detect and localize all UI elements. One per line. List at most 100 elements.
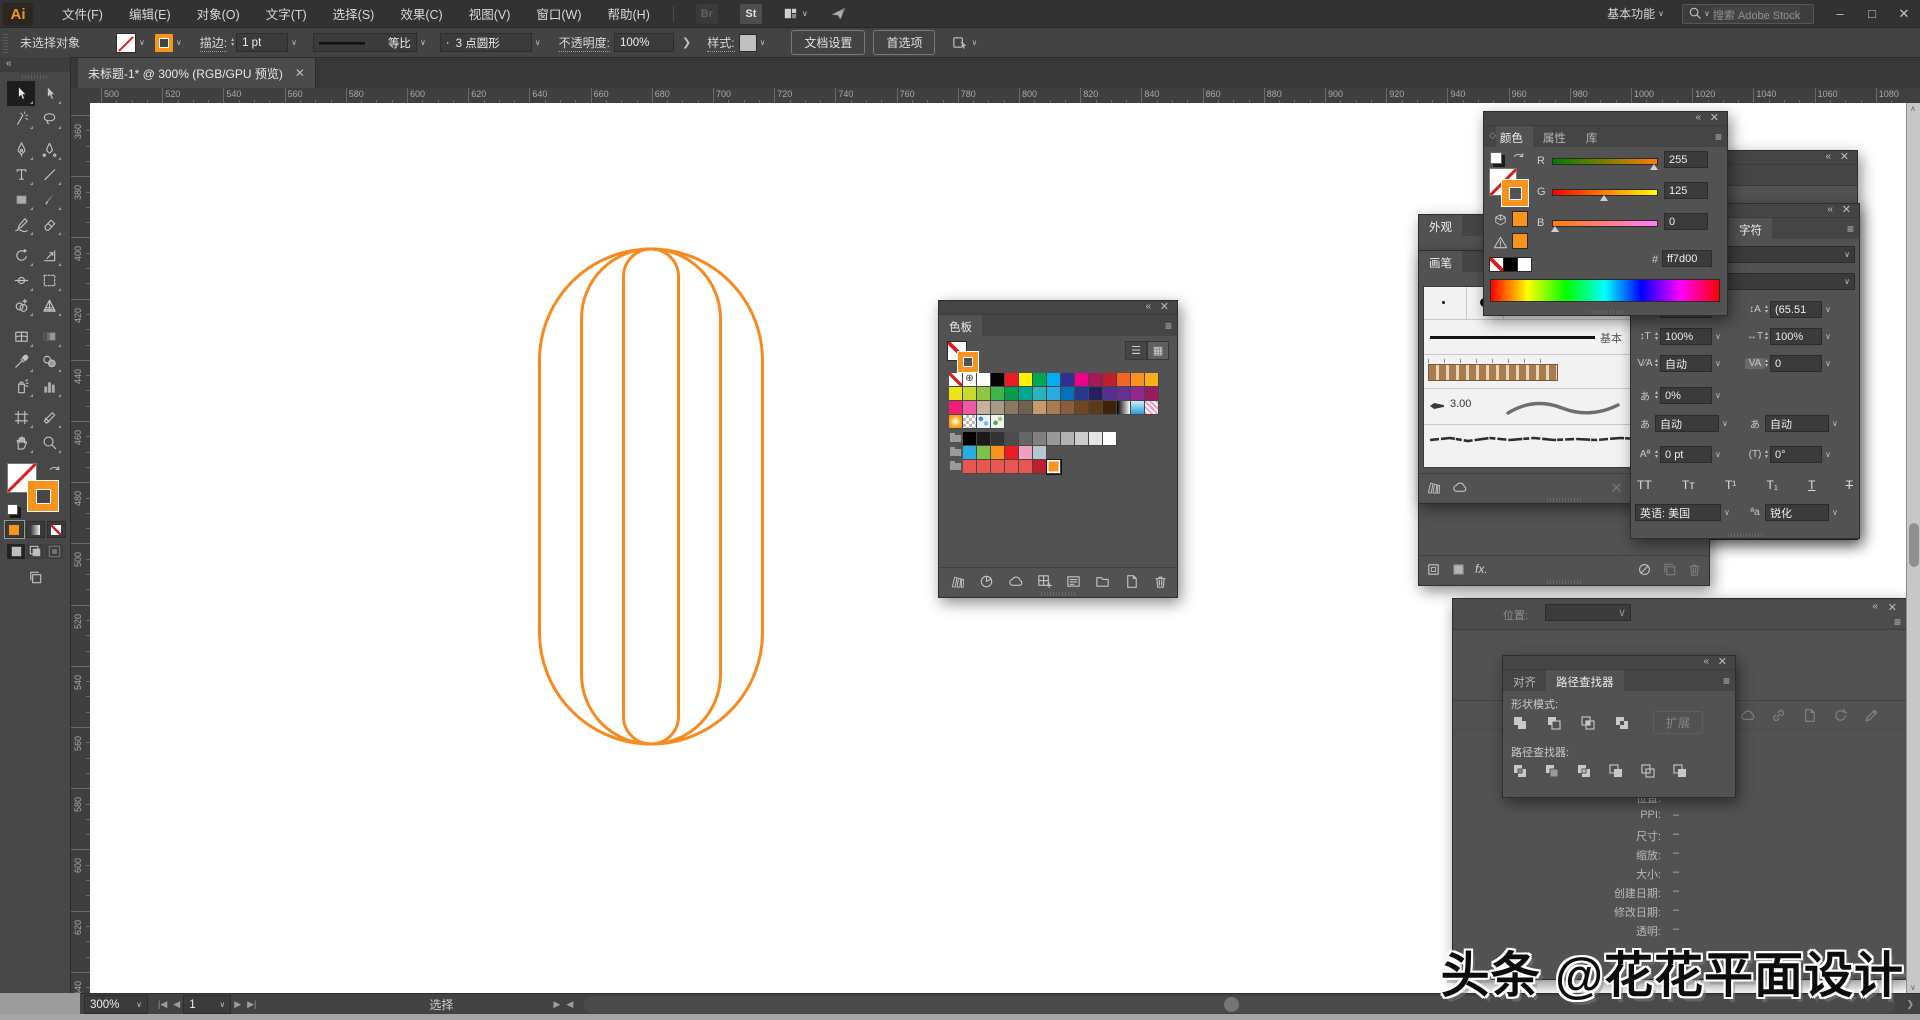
stroke-weight-label[interactable]: 描边: (199, 34, 228, 52)
vertical-ruler[interactable]: 360 380 400 420 440 460 480 500 520 540 560 580 600 6… (70, 103, 91, 993)
swatches-menu-icon[interactable]: ≡ (1165, 319, 1172, 333)
last-artboard-icon[interactable]: ▶| (247, 999, 256, 1010)
color-mode-button[interactable] (3, 520, 25, 539)
brushes-resize-grip[interactable] (1547, 498, 1581, 502)
pathfinder-collapse-icon[interactable]: « (1703, 656, 1709, 668)
swatch[interactable] (1033, 387, 1047, 401)
profile-caret-icon[interactable]: ∨ (420, 38, 426, 47)
default-fill-stroke-icon[interactable] (7, 504, 18, 515)
selection-tool[interactable] (7, 81, 35, 106)
swatch-pattern[interactable] (991, 415, 1005, 429)
swatch[interactable] (963, 387, 977, 401)
document-tab[interactable]: 未标题-1* @ 300% (RGB/GPU 预览) ✕ (78, 58, 316, 88)
stroke-weight-stepper[interactable]: ▴ ▾ (231, 37, 234, 48)
swatch[interactable] (1047, 432, 1061, 446)
curvature-tool[interactable] (35, 137, 63, 162)
workspace-switcher[interactable]: 基本功能 ∨ (1599, 1, 1672, 26)
out-of-web-icon[interactable] (1492, 212, 1509, 229)
libraries-panel-icon[interactable] (1451, 479, 1468, 496)
swatch[interactable] (977, 387, 991, 401)
shape-mode-intersect-icon[interactable] (1579, 714, 1597, 732)
swatch-transparency[interactable] (963, 415, 977, 429)
hscroll-right-icon[interactable]: ❯ (1906, 999, 1914, 1010)
aki-left-field[interactable]: あ 自动 ∨ (1635, 415, 1728, 432)
swatch[interactable] (1103, 373, 1117, 387)
docked-close-icon[interactable]: ✕ (1840, 151, 1849, 163)
menu-item-3[interactable]: 文字(T) (253, 0, 320, 28)
touch-workspace-icon[interactable] (951, 34, 968, 51)
shape-mode-minus-front-icon[interactable] (1545, 714, 1563, 732)
docked-collapse-icon[interactable]: « (1825, 151, 1831, 163)
swatch-none[interactable] (949, 373, 963, 387)
bridge-badge[interactable]: Br (695, 3, 718, 24)
channel-slider[interactable] (1552, 189, 1658, 201)
gradient-mode-button[interactable] (25, 521, 45, 538)
swatch[interactable] (1019, 401, 1033, 415)
stroke-weight-caret-icon[interactable]: ∨ (291, 38, 297, 47)
none-swatch[interactable] (1489, 257, 1504, 272)
style-caret-icon[interactable]: ∨ (760, 38, 766, 47)
swatches-stroke-control[interactable] (957, 351, 979, 373)
maximize-button[interactable]: □ (1856, 1, 1888, 27)
opacity-label[interactable]: 不透明度: (558, 34, 610, 52)
swatch[interactable] (1047, 387, 1061, 401)
color-group-folder-icon[interactable] (949, 460, 963, 474)
subscript-button[interactable]: T₁ (1766, 478, 1777, 492)
tools-collapse-icon[interactable]: « (0, 57, 70, 72)
remove-brush-stroke-icon[interactable] (1608, 479, 1625, 496)
tab-swatches[interactable]: 色板 (939, 315, 982, 336)
gamut-swatch[interactable] (1512, 233, 1528, 249)
opacity-more-icon[interactable]: ❯ (682, 36, 691, 49)
strikethrough-button[interactable]: T (1846, 478, 1853, 492)
swatch[interactable] (977, 460, 991, 474)
swatch[interactable] (963, 446, 977, 460)
style-swatch[interactable] (738, 33, 757, 52)
swatch[interactable] (1005, 373, 1019, 387)
tab-properties[interactable]: 属性 (1533, 126, 1576, 147)
swatch[interactable] (949, 401, 963, 415)
swatch[interactable] (991, 460, 1005, 474)
color-default-icon[interactable] (1490, 152, 1502, 164)
color-themes-icon[interactable] (978, 573, 995, 590)
color-close-icon[interactable]: ✕ (1710, 112, 1719, 124)
stock-badge[interactable]: St (739, 3, 762, 24)
swatch-selected[interactable] (1046, 459, 1062, 475)
line-segment-tool[interactable] (35, 162, 63, 187)
swatch-pattern[interactable] (977, 415, 991, 429)
hscroll-left2-icon[interactable]: ◀ (566, 999, 573, 1010)
menu-item-2[interactable]: 对象(O) (184, 0, 253, 28)
menu-item-8[interactable]: 帮助(H) (595, 0, 663, 28)
swatch[interactable] (1075, 432, 1089, 446)
swatch[interactable] (977, 401, 991, 415)
character-resize-grip[interactable] (1728, 533, 1762, 537)
screen-mode-icon[interactable] (27, 569, 44, 586)
swatch[interactable] (963, 432, 977, 446)
grid-view-button[interactable]: ▦ (1147, 341, 1169, 360)
hex-field[interactable]: ff7d00 (1662, 250, 1712, 267)
swatch[interactable] (1075, 373, 1089, 387)
white-swatch[interactable] (1518, 257, 1532, 272)
zoom-tool[interactable] (35, 430, 63, 455)
expand-button[interactable]: 扩展 (1653, 711, 1704, 734)
swatch-gradient-bw[interactable] (1117, 401, 1131, 415)
add-new-fill-icon[interactable] (1450, 561, 1467, 578)
paintbrush-tool[interactable] (35, 187, 63, 212)
swatch[interactable] (1005, 401, 1019, 415)
delete-item-icon[interactable] (1686, 561, 1703, 578)
small-caps-button[interactable]: Tᴛ (1682, 478, 1695, 492)
swatch[interactable] (1047, 401, 1061, 415)
first-artboard-icon[interactable]: |◀ (158, 999, 167, 1010)
out-of-gamut-icon[interactable] (1492, 234, 1509, 251)
ruler-corner[interactable] (70, 88, 91, 104)
control-bar-grip[interactable] (3, 32, 8, 53)
free-transform-tool[interactable] (35, 268, 63, 293)
channel-value[interactable]: 255 (1664, 151, 1708, 168)
swatch-pattern[interactable] (1145, 401, 1159, 415)
shaper-tool[interactable] (7, 212, 35, 237)
duplicate-item-icon[interactable] (1661, 561, 1678, 578)
shape-mode-unite-icon[interactable] (1511, 714, 1529, 732)
type-tool[interactable] (7, 162, 35, 187)
superscript-button[interactable]: T¹ (1725, 478, 1736, 492)
draw-behind-button[interactable] (26, 544, 44, 559)
swatch[interactable] (1089, 387, 1103, 401)
